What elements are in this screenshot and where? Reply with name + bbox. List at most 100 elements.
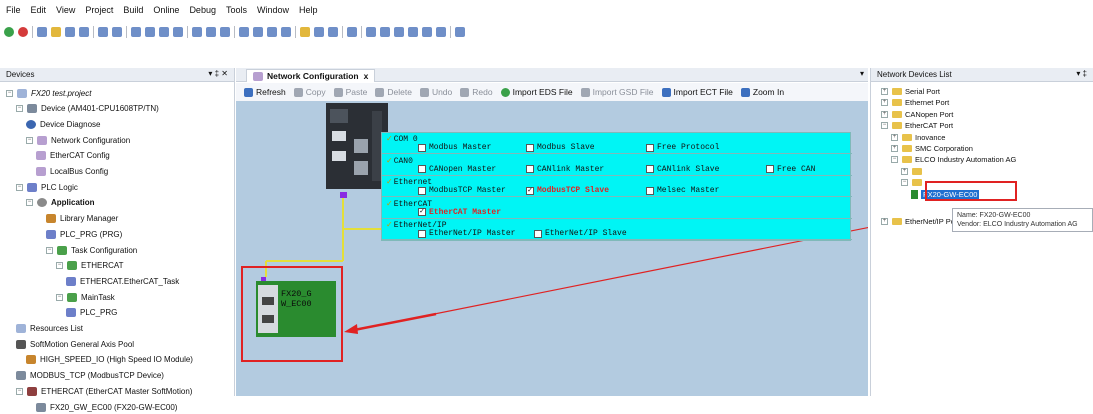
toolbar-button-icon[interactable] [192, 27, 202, 37]
toolbar-button-icon[interactable] [300, 27, 310, 37]
protocol-option-checkbox[interactable]: CANlink Master [526, 165, 604, 174]
expand-toggle-icon[interactable]: − [901, 179, 908, 187]
unchecked-box-icon[interactable] [534, 229, 542, 238]
expand-toggle-icon[interactable]: − [16, 183, 23, 191]
toolbar-button-icon[interactable] [145, 27, 155, 37]
net-toolbar-paste-button[interactable]: Paste [333, 87, 367, 97]
expand-toggle-icon[interactable]: + [891, 145, 898, 152]
toolbar-button-icon[interactable] [131, 27, 141, 37]
toolbar-button-icon[interactable] [366, 27, 376, 37]
toolbar-button-icon[interactable] [37, 27, 47, 37]
net-toolbar-import-eds-file-button[interactable]: Import EDS File [500, 87, 573, 97]
toolbar-button-icon[interactable] [394, 27, 404, 37]
expand-toggle-icon[interactable]: + [881, 99, 888, 107]
toolbar-button-icon[interactable] [206, 27, 216, 37]
unchecked-box-icon[interactable] [418, 165, 426, 174]
expand-toggle-icon[interactable]: − [6, 89, 13, 97]
device-tree-item[interactable]: − ETHERCAT [56, 259, 124, 273]
protocol-option-checkbox[interactable]: CANlink Slave [646, 165, 719, 174]
expand-toggle-icon[interactable]: − [46, 246, 53, 254]
device-tree-item[interactable]: Resources List [16, 322, 83, 336]
toolbar-button-icon[interactable] [253, 27, 263, 37]
protocol-option-checkbox[interactable]: Modbus Master [418, 143, 491, 152]
unchecked-box-icon[interactable] [526, 143, 534, 152]
protocol-option-checkbox[interactable]: Free CAN [766, 165, 815, 174]
expand-toggle-icon[interactable]: − [56, 262, 63, 270]
net-toolbar-delete-button[interactable]: Delete [375, 87, 412, 97]
protocol-option-checkbox[interactable]: ✓ ModbusTCP Slave [526, 186, 609, 195]
tab-close-icon[interactable]: x [364, 71, 369, 81]
device-tree-item[interactable]: EtherCAT Config [36, 149, 110, 163]
unchecked-box-icon[interactable] [646, 186, 654, 195]
menu-online[interactable]: Online [153, 5, 179, 15]
network-device-item[interactable]: + Ethernet Port [881, 97, 949, 108]
device-tree-item[interactable]: Device Diagnose [26, 117, 100, 131]
protocol-option-checkbox[interactable]: EtherNet/IP Slave [534, 229, 627, 238]
expand-toggle-icon[interactable]: + [881, 110, 888, 118]
menu-tools[interactable]: Tools [226, 5, 247, 15]
toolbar-button-icon[interactable] [65, 27, 75, 37]
toolbar-button-icon[interactable] [408, 27, 418, 37]
expand-toggle-icon[interactable]: + [881, 218, 888, 225]
menu-view[interactable]: View [56, 5, 75, 15]
toolbar-button-icon[interactable] [112, 27, 122, 37]
device-tree-item[interactable]: − Application [26, 196, 95, 210]
net-toolbar-import-ect-file-button[interactable]: Import ECT File [661, 87, 733, 97]
network-devices-panel-controls[interactable]: ▾ ‡ [1076, 69, 1087, 78]
unchecked-box-icon[interactable] [646, 165, 654, 174]
protocol-option-checkbox[interactable]: Modbus Slave [526, 143, 595, 152]
network-device-item[interactable]: + EtherNet/IP Port [881, 216, 959, 227]
device-tree-item[interactable]: PLC_PRG [66, 306, 117, 320]
net-toolbar-import-gsd-file-button[interactable]: Import GSD File [580, 87, 654, 97]
toolbar-button-icon[interactable] [436, 27, 446, 37]
expand-toggle-icon[interactable]: − [891, 156, 898, 164]
net-toolbar-refresh-button[interactable]: Refresh [244, 87, 286, 97]
protocol-option-checkbox[interactable]: Melsec Master [646, 186, 719, 195]
expand-toggle-icon[interactable]: + [891, 133, 898, 141]
toolbar-button-icon[interactable] [328, 27, 338, 37]
toolbar-button-icon[interactable] [422, 27, 432, 37]
protocol-option-checkbox[interactable]: ModbusTCP Master [418, 186, 506, 195]
menu-help[interactable]: Help [299, 5, 318, 15]
network-device-item[interactable]: + CANopen Port [881, 109, 953, 120]
protocol-option-checkbox[interactable]: Free Protocol [646, 143, 719, 152]
unchecked-box-icon[interactable] [418, 186, 426, 195]
tab-dropdown-icon[interactable]: ▾ [860, 69, 864, 78]
device-tree-item[interactable]: LocalBus Config [36, 165, 108, 179]
menu-file[interactable]: File [6, 5, 21, 15]
device-tree-item[interactable]: − PLC Logic [16, 180, 78, 194]
device-tree-item[interactable]: − ETHERCAT (EtherCAT Master SoftMotion) [16, 384, 192, 398]
toolbar-button-icon[interactable] [380, 27, 390, 37]
network-device-item[interactable]: + [901, 166, 925, 177]
expand-toggle-icon[interactable]: − [56, 293, 63, 301]
checked-box-icon[interactable]: ✓ [418, 208, 426, 217]
toolbar-button-icon[interactable] [4, 27, 14, 37]
device-tree-item[interactable]: PLC_PRG (PRG) [46, 227, 122, 241]
toolbar-button-icon[interactable] [347, 27, 357, 37]
device-tree-item[interactable]: SoftMotion General Axis Pool [16, 337, 134, 351]
device-tree-item[interactable]: − Network Configuration [26, 133, 130, 147]
network-device-item[interactable]: − ELCO Industry Automation AG [891, 154, 1016, 165]
toolbar-button-icon[interactable] [314, 27, 324, 37]
plc-device[interactable] [326, 103, 388, 189]
menu-build[interactable]: Build [123, 5, 143, 15]
toolbar-button-icon[interactable] [51, 27, 61, 37]
protocol-option-checkbox[interactable]: CANopen Master [418, 165, 496, 174]
unchecked-box-icon[interactable] [418, 229, 426, 238]
unchecked-box-icon[interactable] [418, 143, 426, 152]
toolbar-button-icon[interactable] [281, 27, 291, 37]
network-device-item[interactable]: + Inovance [891, 132, 945, 143]
expand-toggle-icon[interactable]: + [901, 167, 908, 175]
device-tree-item[interactable]: − MainTask [56, 290, 115, 304]
network-device-item[interactable]: + SMC Corporation [891, 143, 973, 154]
toolbar-button-icon[interactable] [239, 27, 249, 37]
toolbar-button-icon[interactable] [79, 27, 89, 37]
toolbar-button-icon[interactable] [98, 27, 108, 37]
toolbar-button-icon[interactable] [18, 27, 28, 37]
toolbar-button-icon[interactable] [267, 27, 277, 37]
net-toolbar-copy-button[interactable]: Copy [293, 87, 326, 97]
network-device-item[interactable]: − [901, 177, 925, 188]
menu-project[interactable]: Project [85, 5, 113, 15]
protocol-option-checkbox[interactable]: EtherNet/IP Master [418, 229, 515, 238]
unchecked-box-icon[interactable] [526, 165, 534, 174]
